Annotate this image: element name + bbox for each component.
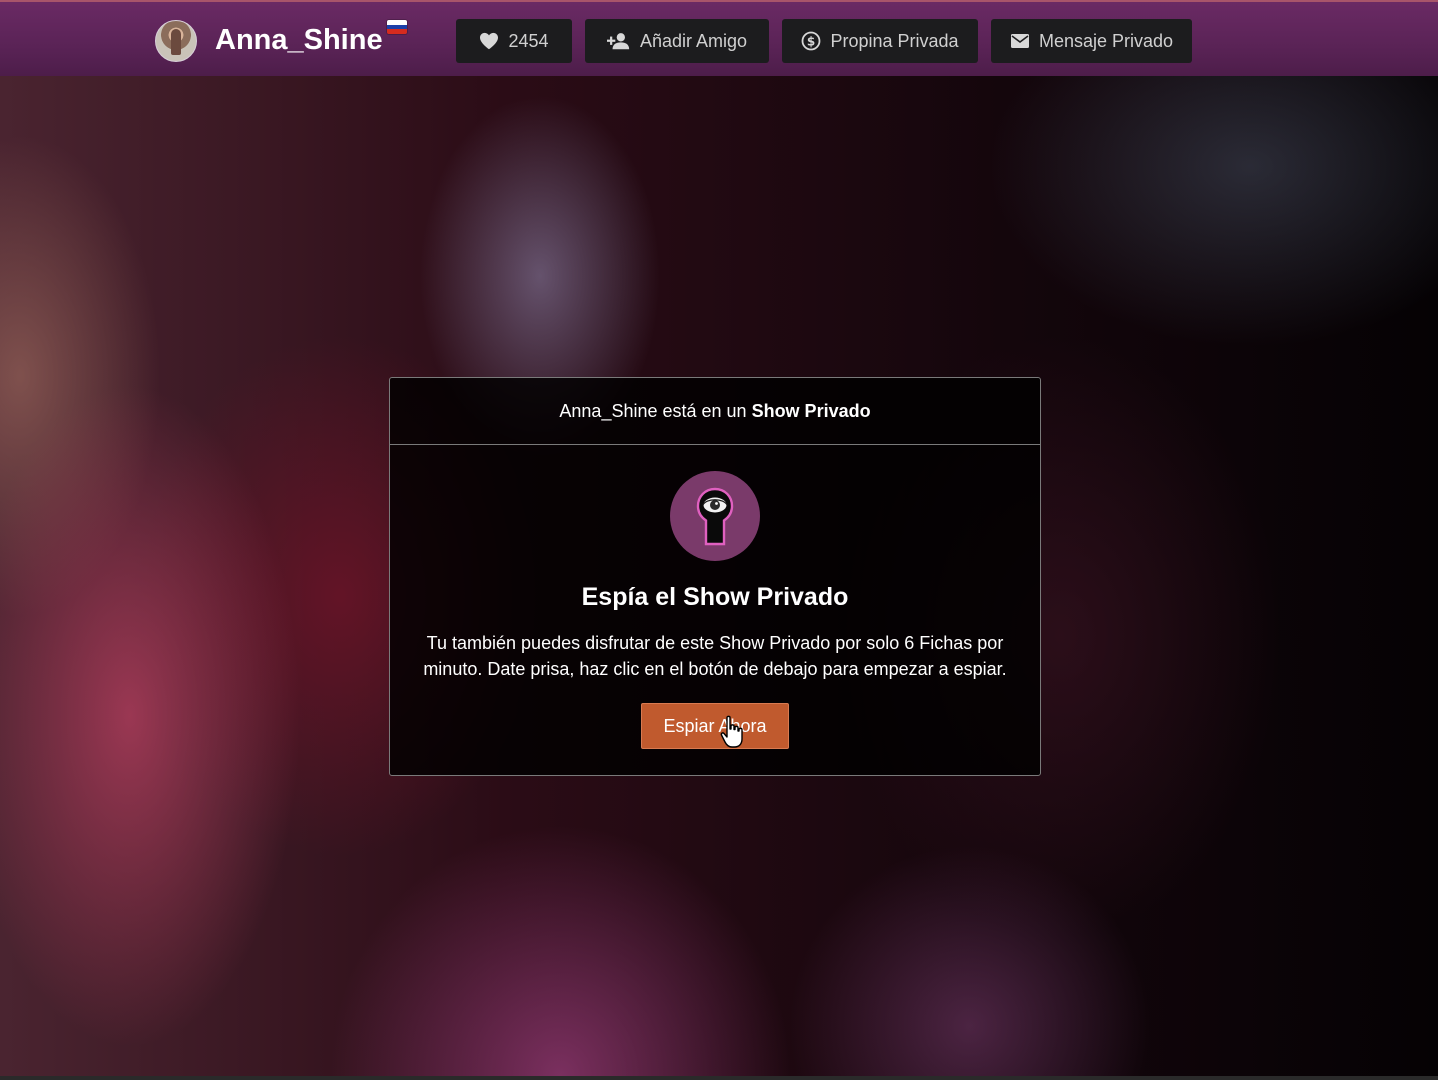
modal-header: Anna_Shine está en un Show Privado xyxy=(390,378,1040,445)
add-friend-label: Añadir Amigo xyxy=(639,30,748,51)
bottom-bar xyxy=(0,1076,1438,1080)
keyhole-eye-icon xyxy=(670,471,760,561)
private-tip-button[interactable]: $ Propina Privada xyxy=(782,19,978,63)
private-tip-label: Propina Privada xyxy=(830,30,959,51)
add-user-icon xyxy=(606,33,630,50)
hand-cursor-icon xyxy=(720,715,743,748)
private-message-button[interactable]: Mensaje Privado xyxy=(991,19,1192,63)
modal-title: Espía el Show Privado xyxy=(581,583,849,611)
model-header: Anna_Shine 2454 Añadir Amigo $ Propina P… xyxy=(0,0,1438,76)
dollar-coin-icon: $ xyxy=(802,31,821,51)
private-show-modal: Anna_Shine está en un Show Privado Espía… xyxy=(389,377,1041,776)
likes-count: 2454 xyxy=(508,30,549,51)
page: Anna_Shine 2454 Añadir Amigo $ Propina P… xyxy=(0,0,1438,1080)
avatar-figure xyxy=(171,29,181,55)
private-message-label: Mensaje Privado xyxy=(1038,30,1174,51)
envelope-icon xyxy=(1010,34,1029,48)
modal-description: Tu también puedes disfrutar de este Show… xyxy=(423,633,1007,679)
avatar[interactable] xyxy=(155,20,197,62)
heart-icon xyxy=(480,32,499,50)
model-name[interactable]: Anna_Shine xyxy=(215,22,383,58)
add-friend-button[interactable]: Añadir Amigo xyxy=(585,19,769,63)
status-bold: Show Privado xyxy=(751,400,871,421)
svg-text:$: $ xyxy=(807,35,815,49)
like-button[interactable]: 2454 xyxy=(456,19,572,63)
russia-flag-icon xyxy=(387,20,407,34)
status-prefix: Anna_Shine está en un xyxy=(559,400,747,421)
spy-now-button[interactable]: Espiar Ahora xyxy=(641,703,789,749)
